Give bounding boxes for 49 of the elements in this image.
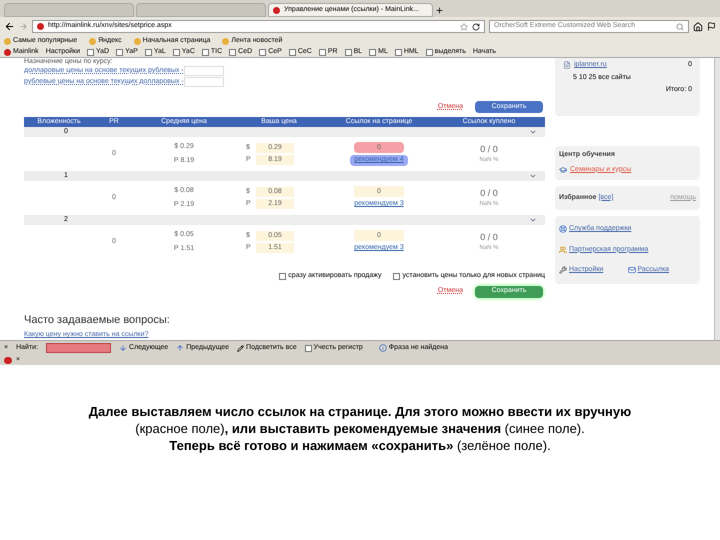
site-icon	[273, 6, 280, 14]
checkbox[interactable]	[304, 344, 312, 352]
document-icon	[563, 61, 571, 70]
dropdown-icon[interactable]	[529, 128, 537, 136]
new-tab-icon[interactable]	[435, 6, 444, 15]
checkbox[interactable]	[426, 48, 433, 56]
addon-icon[interactable]	[4, 356, 12, 364]
search-icon[interactable]	[676, 22, 684, 30]
back-icon[interactable]	[4, 21, 15, 32]
dropdown-icon[interactable]	[529, 172, 537, 180]
bought-count: 0 / 0	[480, 186, 498, 200]
checkbox[interactable]	[393, 272, 400, 280]
wrench-icon	[559, 266, 567, 274]
rate-field[interactable]	[184, 66, 224, 76]
mail-icon	[628, 266, 636, 274]
checkbox[interactable]	[318, 48, 326, 56]
checkbox[interactable]	[172, 48, 180, 56]
checkbox[interactable]	[87, 48, 94, 56]
checkbox[interactable]	[116, 48, 124, 56]
up-arrow-icon	[176, 344, 184, 352]
checkbox[interactable]	[229, 48, 236, 56]
flag-icon[interactable]	[707, 22, 716, 31]
reload-icon[interactable]	[472, 22, 480, 30]
star-icon[interactable]	[460, 22, 468, 30]
find-field[interactable]	[46, 343, 112, 353]
faq-title: Часто задаваемые вопросы:	[24, 312, 171, 328]
down-arrow-icon	[119, 344, 128, 352]
checkbox[interactable]	[369, 48, 376, 56]
bought-count: 0 / 0	[480, 142, 498, 156]
checkbox[interactable]	[344, 48, 352, 56]
scrollbar[interactable]	[714, 58, 720, 340]
site-icon	[37, 23, 44, 30]
bought-count: 0 / 0	[480, 230, 498, 244]
checkbox[interactable]	[202, 48, 209, 56]
caption-text: Теперь всё готово и нажимаем «сохранить» (зелёное поле).	[169, 437, 551, 454]
people-icon	[559, 246, 567, 254]
caption-text: Далее выставляем число ссылок на странице. Для этого можно ввести их вручную (красное поле), или выставить рекомендуемые значения (синее поле).	[88, 403, 632, 437]
checkbox[interactable]	[288, 48, 296, 56]
checkbox[interactable]	[394, 48, 402, 56]
info-icon	[378, 344, 387, 352]
dropdown-icon[interactable]	[529, 216, 537, 224]
home-icon[interactable]	[693, 22, 703, 32]
graduation-cap-icon	[559, 166, 567, 174]
checkbox[interactable]	[144, 48, 152, 56]
checkbox[interactable]	[259, 48, 266, 56]
rate-field[interactable]	[184, 76, 224, 87]
lifebuoy-icon	[559, 225, 567, 234]
pencil-icon	[237, 344, 244, 352]
checkbox[interactable]	[279, 272, 286, 280]
